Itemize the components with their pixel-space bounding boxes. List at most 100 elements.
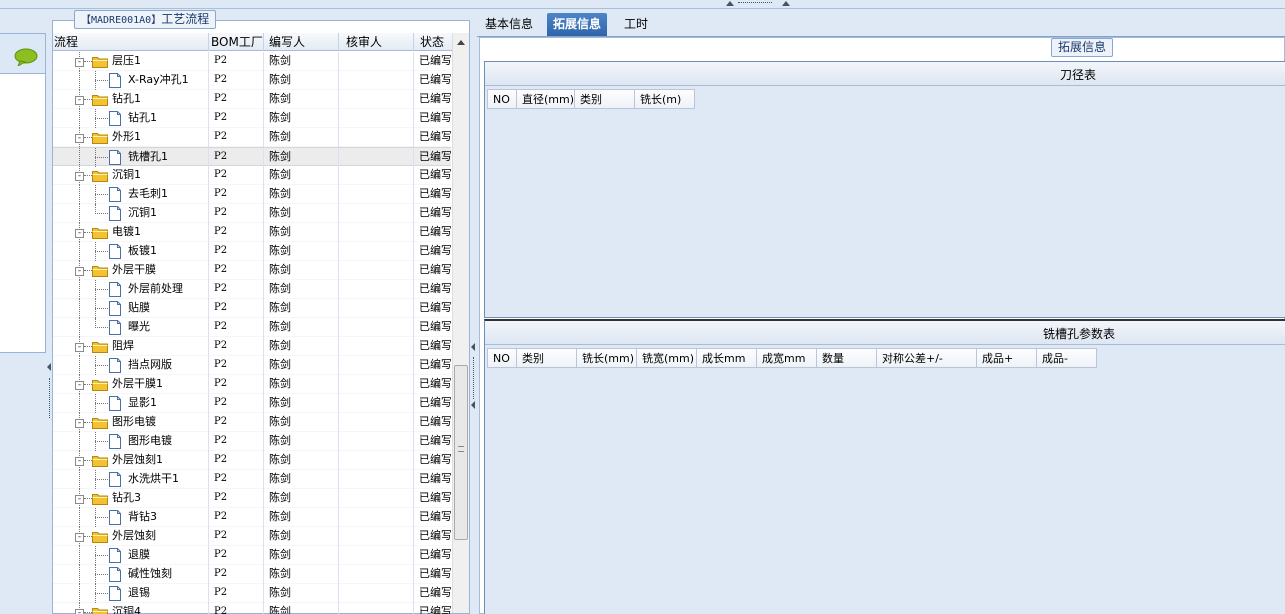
slot-table-col-header[interactable]: 铣宽(mm) xyxy=(637,348,697,368)
col-header-status[interactable]: 状态 xyxy=(414,33,454,51)
tree-node[interactable]: 沉铜1 xyxy=(53,204,209,223)
collapse-toggle[interactable]: - xyxy=(75,343,84,352)
collapse-left-icon[interactable] xyxy=(471,401,475,409)
tree-node[interactable]: 贴膜 xyxy=(53,299,209,318)
slot-table-col-header[interactable]: 对称公差+/- xyxy=(877,348,977,368)
tree-node[interactable]: - 沉铜4 xyxy=(53,603,209,614)
tree-row[interactable]: - 外层干膜 P2 陈剑 已编写 xyxy=(53,261,451,280)
collapse-left-icon[interactable] xyxy=(47,363,51,371)
top-splitter[interactable] xyxy=(0,0,1285,9)
tree-row[interactable]: 去毛刺1 P2 陈剑 已编写 xyxy=(53,185,451,204)
splitter-grip[interactable] xyxy=(738,2,772,6)
tool-table-body[interactable] xyxy=(487,110,1283,315)
tree-row[interactable]: - 电镀1 P2 陈剑 已编写 xyxy=(53,223,451,242)
tree-row[interactable]: 外层前处理 P2 陈剑 已编写 xyxy=(53,280,451,299)
tree-row[interactable]: - 沉铜4 P2 陈剑 已编写 xyxy=(53,603,451,614)
collapse-toggle[interactable]: - xyxy=(75,229,84,238)
tree-node[interactable]: 退膜 xyxy=(53,546,209,565)
tree-row[interactable]: - 阻焊 P2 陈剑 已编写 xyxy=(53,337,451,356)
tree-node[interactable]: 显影1 xyxy=(53,394,209,413)
collapse-toggle[interactable]: - xyxy=(75,134,84,143)
tree-row[interactable]: - 钻孔3 P2 陈剑 已编写 xyxy=(53,489,451,508)
tree-row[interactable]: - 图形电镀 P2 陈剑 已编写 xyxy=(53,413,451,432)
tree-node[interactable]: 背钻3 xyxy=(53,508,209,527)
tree-node[interactable]: - 层压1 xyxy=(53,52,209,71)
collapse-toggle[interactable]: - xyxy=(75,58,84,67)
tree-node[interactable]: - 外形1 xyxy=(53,128,209,147)
tree-row[interactable]: - 外层蚀刻 P2 陈剑 已编写 xyxy=(53,527,451,546)
tree-node[interactable]: 图形电镀 xyxy=(53,432,209,451)
tree-node[interactable]: 退锡 xyxy=(53,584,209,603)
tree-node[interactable]: - 外层干膜 xyxy=(53,261,209,280)
collapse-toggle[interactable]: - xyxy=(75,381,84,390)
tree-row[interactable]: 显影1 P2 陈剑 已编写 xyxy=(53,394,451,413)
scroll-up-icon[interactable] xyxy=(457,40,465,45)
tree-node[interactable]: - 钻孔1 xyxy=(53,90,209,109)
tab-basic-info[interactable]: 基本信息 xyxy=(479,13,539,37)
splitter-grip[interactable] xyxy=(49,378,51,418)
collapse-toggle[interactable]: - xyxy=(75,457,84,466)
tree-node[interactable]: 钻孔1 xyxy=(53,109,209,128)
tree-row[interactable]: X-Ray冲孔1 P2 陈剑 已编写 xyxy=(53,71,451,90)
tree-row[interactable]: 贴膜 P2 陈剑 已编写 xyxy=(53,299,451,318)
tree-row[interactable]: 挡点网版 P2 陈剑 已编写 xyxy=(53,356,451,375)
tree-row[interactable]: 钻孔1 P2 陈剑 已编写 xyxy=(53,109,451,128)
tree-node[interactable]: - 钻孔3 xyxy=(53,489,209,508)
tree-node[interactable]: 曝光 xyxy=(53,318,209,337)
middle-splitter[interactable] xyxy=(470,9,477,614)
tool-table-col-header[interactable]: 类别 xyxy=(575,89,635,109)
tree-node[interactable]: - 电镀1 xyxy=(53,223,209,242)
tree-row[interactable]: 退锡 P2 陈剑 已编写 xyxy=(53,584,451,603)
tree-node[interactable]: - 沉铜1 xyxy=(53,166,209,185)
tree-node[interactable]: 去毛刺1 xyxy=(53,185,209,204)
tab-work-hours[interactable]: 工时 xyxy=(618,13,654,37)
tree-row[interactable]: - 外层干膜1 P2 陈剑 已编写 xyxy=(53,375,451,394)
tree-node[interactable]: 碱性蚀刻 xyxy=(53,565,209,584)
tree-row[interactable]: - 外形1 P2 陈剑 已编写 xyxy=(53,128,451,147)
tree-node[interactable]: - 图形电镀 xyxy=(53,413,209,432)
tree-row[interactable]: - 层压1 P2 陈剑 已编写 xyxy=(53,52,451,71)
slot-table-col-header[interactable]: 铣长(mm) xyxy=(577,348,637,368)
slot-table-col-header[interactable]: 成品- xyxy=(1037,348,1097,368)
tree-row[interactable]: 碱性蚀刻 P2 陈剑 已编写 xyxy=(53,565,451,584)
tree-node[interactable]: - 外层蚀刻 xyxy=(53,527,209,546)
tab-extended-info[interactable]: 拓展信息 xyxy=(547,13,608,37)
slot-table-col-header[interactable]: 成宽mm xyxy=(757,348,817,368)
col-header-author[interactable]: 编写人 xyxy=(264,33,339,51)
collapse-toggle[interactable]: - xyxy=(75,495,84,504)
tree-node[interactable]: 铣槽孔1 xyxy=(53,148,209,167)
tool-table-col-header[interactable]: NO xyxy=(487,89,517,109)
slot-table-col-header[interactable]: 成品+ xyxy=(977,348,1037,368)
tree-row[interactable]: 曝光 P2 陈剑 已编写 xyxy=(53,318,451,337)
col-header-bom-factory[interactable]: BOM工厂 xyxy=(209,33,264,51)
col-header-process[interactable]: 流程 xyxy=(53,33,209,51)
tree-node[interactable]: 外层前处理 xyxy=(53,280,209,299)
collapse-toggle[interactable]: - xyxy=(75,419,84,428)
slot-table-col-header[interactable]: NO xyxy=(487,348,517,368)
tree-row[interactable]: 沉铜1 P2 陈剑 已编写 xyxy=(53,204,451,223)
tree-node[interactable]: - 外层干膜1 xyxy=(53,375,209,394)
collapse-up-icon[interactable] xyxy=(726,1,734,6)
tree-node[interactable]: 挡点网版 xyxy=(53,356,209,375)
collapse-toggle[interactable]: - xyxy=(75,172,84,181)
tree-row[interactable]: 背钻3 P2 陈剑 已编写 xyxy=(53,508,451,527)
slot-table-col-header[interactable]: 成长mm xyxy=(697,348,757,368)
collapse-left-icon[interactable] xyxy=(471,343,475,351)
tree-scrollbar[interactable] xyxy=(452,33,469,613)
slot-table-col-header[interactable]: 类别 xyxy=(517,348,577,368)
splitter-grip[interactable] xyxy=(473,357,474,399)
collapse-up-icon[interactable] xyxy=(782,1,790,6)
col-header-reviewer[interactable]: 核审人 xyxy=(339,33,414,51)
side-tab[interactable] xyxy=(0,34,45,74)
tree-row[interactable]: 板镀1 P2 陈剑 已编写 xyxy=(53,242,451,261)
tree-row[interactable]: 水洗烘干1 P2 陈剑 已编写 xyxy=(53,470,451,489)
tree-node[interactable]: - 阻焊 xyxy=(53,337,209,356)
tree-node[interactable]: 板镀1 xyxy=(53,242,209,261)
slot-table-body[interactable] xyxy=(487,369,1283,612)
tree-row[interactable]: - 钻孔1 P2 陈剑 已编写 xyxy=(53,90,451,109)
tree-node[interactable]: 水洗烘干1 xyxy=(53,470,209,489)
tree-row[interactable]: - 外层蚀刻1 P2 陈剑 已编写 xyxy=(53,451,451,470)
tool-table-col-header[interactable]: 直径(mm) xyxy=(517,89,575,109)
collapse-toggle[interactable]: - xyxy=(75,267,84,276)
tree-row[interactable]: - 沉铜1 P2 陈剑 已编写 xyxy=(53,166,451,185)
